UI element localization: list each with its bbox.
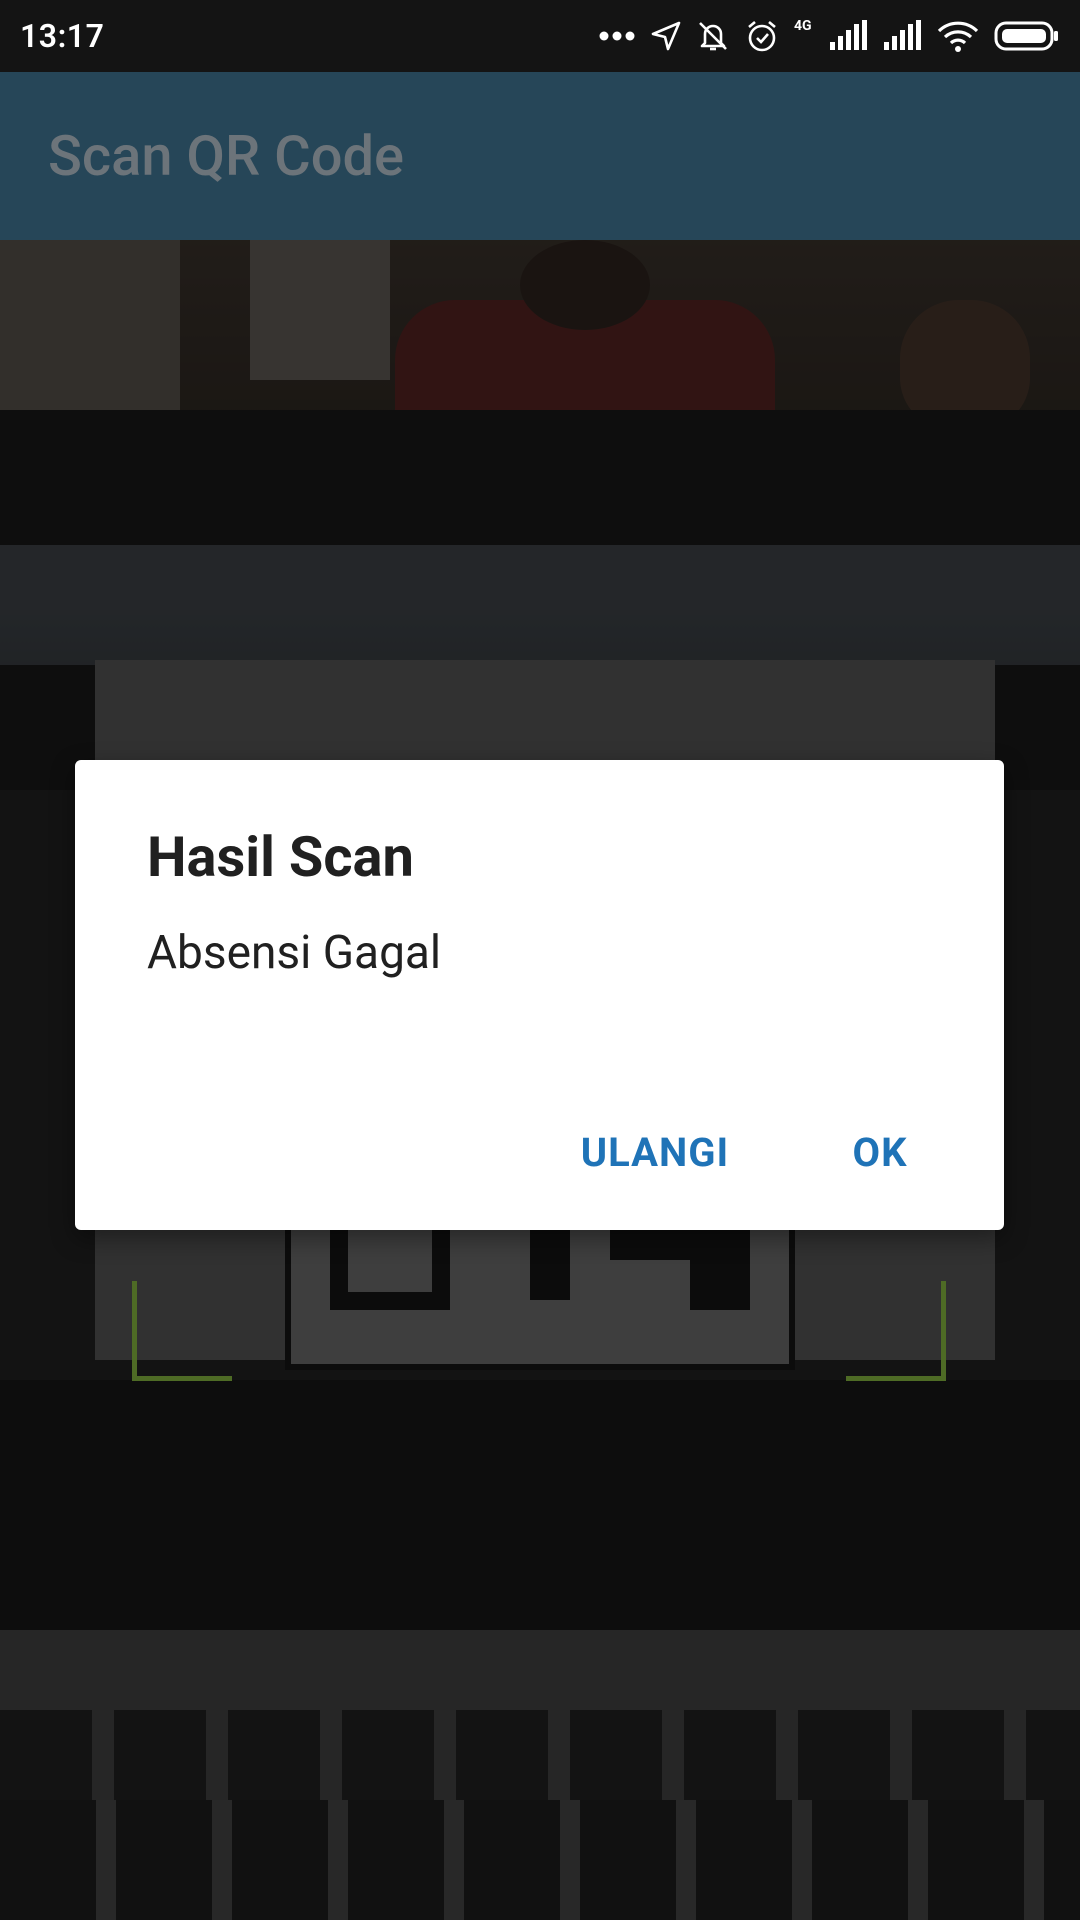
- battery-icon: [994, 20, 1060, 52]
- scanner-frame-corner-bottom-right: [846, 1281, 946, 1381]
- more-dots-icon: [598, 30, 636, 42]
- ok-button[interactable]: OK: [815, 1112, 945, 1192]
- dialog-message: Absensi Gagal: [147, 926, 442, 980]
- status-bar: 13:17 4G: [0, 0, 1080, 72]
- screen: 13:17 4G Scan QR Code Hasil Scan Absensi…: [0, 0, 1080, 1920]
- app-bar: Scan QR Code: [0, 72, 1080, 240]
- dialog-title: Hasil Scan: [147, 824, 414, 890]
- retry-button[interactable]: ULANGI: [565, 1112, 745, 1192]
- app-title: Scan QR Code: [48, 123, 405, 189]
- signal-icon: [882, 20, 922, 52]
- alarm-icon: [744, 18, 780, 54]
- status-time: 13:17: [20, 17, 105, 55]
- wifi-icon: [936, 19, 980, 53]
- bell-off-icon: [696, 19, 730, 53]
- status-icons: 4G: [598, 16, 1060, 56]
- location-arrow-icon: [650, 20, 682, 52]
- network-type-label: 4G: [794, 18, 812, 34]
- scan-result-dialog: Hasil Scan Absensi Gagal ULANGI OK: [75, 760, 1004, 1230]
- signal-icon: [828, 20, 868, 52]
- scanner-frame-corner-bottom-left: [132, 1281, 232, 1381]
